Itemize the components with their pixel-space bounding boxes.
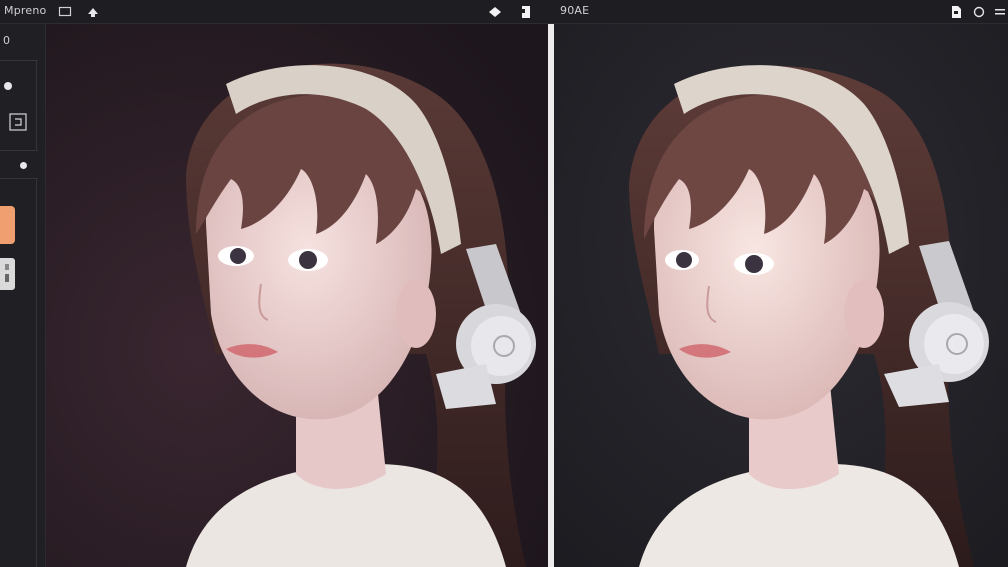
left-canvas[interactable]	[46, 24, 548, 567]
layer-thumbnail[interactable]	[0, 258, 15, 290]
panel-icon[interactable]	[58, 4, 72, 18]
document-icon[interactable]	[949, 4, 963, 18]
dot-icon[interactable]	[20, 162, 27, 169]
bookmark-icon[interactable]	[519, 4, 533, 18]
dot-icon[interactable]	[4, 82, 12, 90]
sidebar-divider	[0, 60, 38, 61]
sidebar-divider	[0, 178, 38, 179]
circle-icon[interactable]	[972, 4, 986, 18]
sidebar-divider	[36, 60, 37, 150]
frame-tool-icon[interactable]	[9, 113, 27, 131]
diamond-icon[interactable]	[488, 4, 502, 18]
right-canvas[interactable]	[554, 24, 1008, 567]
color-swatch[interactable]	[0, 206, 15, 244]
tool-sidebar: 0	[0, 24, 46, 567]
sidebar-top-label: 0	[3, 34, 10, 47]
sidebar-divider	[36, 178, 37, 567]
menu-icon[interactable]	[993, 4, 1007, 18]
top-toolbar: Mpreno 90AE	[0, 0, 1008, 24]
sidebar-divider	[0, 150, 38, 151]
app-title: Mpreno	[4, 4, 47, 17]
portrait-image-processed	[554, 24, 1008, 567]
portrait-image-original	[46, 24, 548, 567]
right-panel-title: 90AE	[560, 4, 590, 17]
pointer-icon[interactable]	[86, 4, 100, 18]
